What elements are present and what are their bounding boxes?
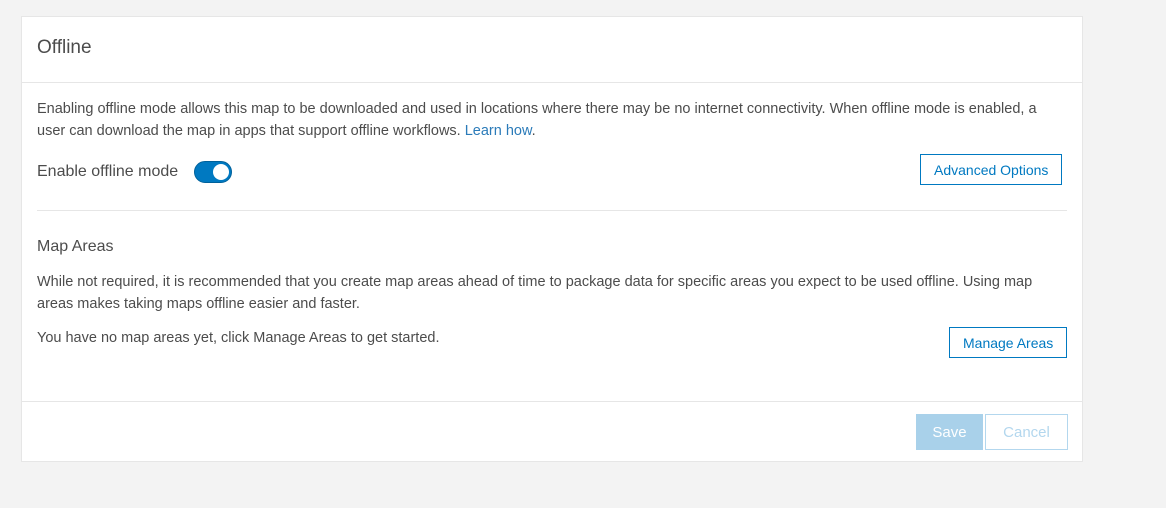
map-areas-section: While not required, it is recommended th…: [37, 271, 1067, 315]
offline-description: Enabling offline mode allows this map to…: [37, 98, 1067, 142]
map-areas-description: While not required, it is recommended th…: [37, 274, 1033, 312]
map-areas-empty-section: You have no map areas yet, click Manage …: [37, 327, 1067, 349]
learn-how-suffix: .: [531, 123, 536, 139]
offline-panel: Offline Enabling offline mode allows thi…: [21, 16, 1083, 462]
offline-description-text: Enabling offline mode allows this map to…: [37, 101, 1037, 139]
panel-header: Offline: [22, 17, 1082, 83]
footer-divider: [22, 401, 1082, 402]
section-divider: [37, 210, 1067, 211]
toggle-knob: [213, 164, 230, 180]
advanced-options-button[interactable]: Advanced Options: [920, 154, 1063, 185]
enable-offline-label: Enable offline mode: [37, 163, 179, 180]
panel-title: Offline: [37, 37, 92, 58]
map-areas-title: Map Areas: [37, 238, 114, 255]
offline-toggle-row: Enable offline mode: [37, 161, 233, 183]
learn-how-link[interactable]: Learn how: [465, 123, 532, 139]
offline-description-section: Enabling offline mode allows this map to…: [37, 98, 1067, 142]
save-button[interactable]: Save: [916, 414, 983, 450]
map-areas-empty-text: You have no map areas yet, click Manage …: [37, 330, 440, 346]
enable-offline-toggle[interactable]: [194, 161, 233, 183]
manage-areas-button[interactable]: Manage Areas: [949, 327, 1068, 358]
cancel-button[interactable]: Cancel: [985, 414, 1068, 450]
